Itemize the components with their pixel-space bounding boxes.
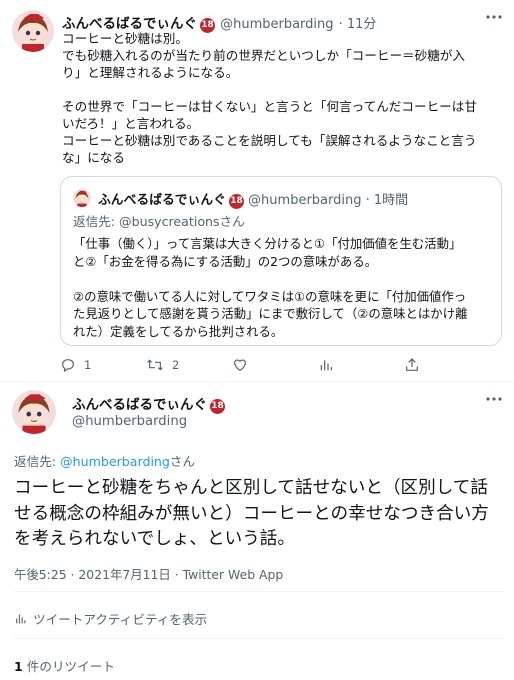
age-badge: 18 xyxy=(210,399,225,414)
quote-age-badge: 18 xyxy=(228,194,244,209)
analytics-button[interactable] xyxy=(318,357,404,373)
handle[interactable]: @humberbarding xyxy=(72,414,187,429)
quote-timestamp: · 1時間 xyxy=(365,193,409,208)
quoted-tweet[interactable]: ふんべるばるでぃんぐ 18 @humberbarding · 1時間 返信先: @… xyxy=(60,176,502,346)
divider xyxy=(0,381,514,382)
reply-count: 1 xyxy=(84,358,92,372)
tweet-1-actions: 1 2 xyxy=(60,356,428,374)
retweet-icon xyxy=(147,359,163,371)
share-button[interactable] xyxy=(404,357,428,373)
reply-to: 返信先: @humberbardingさん xyxy=(14,451,195,470)
more-horizontal-icon[interactable] xyxy=(486,396,502,402)
main-tweet-text: コーヒーと砂糖をちゃんと区別して話せないと（区別して話せる概念の枠組みが無いと）… xyxy=(14,478,489,549)
retweet-count: 1 xyxy=(14,659,23,674)
quote-header: ふんべるばるでぃんぐ 18 @humberbarding · 1時間 xyxy=(98,189,408,209)
divider xyxy=(14,638,504,639)
reply-link[interactable]: @humberbarding xyxy=(60,454,170,469)
tweet-activity-link[interactable]: ツイートアクティビティを表示 xyxy=(14,609,207,628)
like-icon xyxy=(234,359,246,372)
display-name[interactable]: ふんべるばるでぃんぐ xyxy=(72,397,207,413)
quote-handle: @humberbarding xyxy=(248,193,362,208)
tweet-meta[interactable]: 午後5:25 · 2021年7月11日 · Twitter Web App xyxy=(14,565,283,583)
quote-avatar xyxy=(73,189,91,207)
analytics-icon xyxy=(16,614,26,624)
quote-display-name: ふんべるばるでぃんぐ xyxy=(98,193,226,208)
retweet-label: 件のリツイート xyxy=(22,659,115,674)
more-horizontal-icon[interactable] xyxy=(486,14,502,20)
share-icon xyxy=(406,358,418,371)
quote-text: 「仕事（働く）」って言葉は大きく分けると①「付加価値を生む活動」 と②「お金を得… xyxy=(73,236,468,339)
like-button[interactable] xyxy=(232,357,318,373)
reply-button[interactable]: 1 xyxy=(60,357,146,373)
quote-reply-to: 返信先: @busycreationsさん xyxy=(73,214,245,229)
divider xyxy=(14,591,504,592)
main-header: ふんべるばるでぃんぐ 18 xyxy=(72,393,225,414)
reply-suffix: さん xyxy=(169,454,196,469)
tweet-1-text: コーヒーと砂糖は別。 でも砂糖入れるのが当たり前の世界だといつしか「コーヒー＝砂… xyxy=(62,31,477,165)
retweet-count: 2 xyxy=(172,358,180,372)
analytics-icon xyxy=(320,360,332,371)
avatar[interactable] xyxy=(12,390,56,434)
avatar[interactable] xyxy=(12,10,54,52)
retweets-stat[interactable]: 1 件のリツイート xyxy=(14,656,115,675)
reply-icon xyxy=(62,359,74,373)
activity-label: ツイートアクティビティを表示 xyxy=(33,612,208,627)
retweet-button[interactable]: 2 xyxy=(146,357,232,373)
reply-prefix: 返信先: xyxy=(14,454,61,469)
